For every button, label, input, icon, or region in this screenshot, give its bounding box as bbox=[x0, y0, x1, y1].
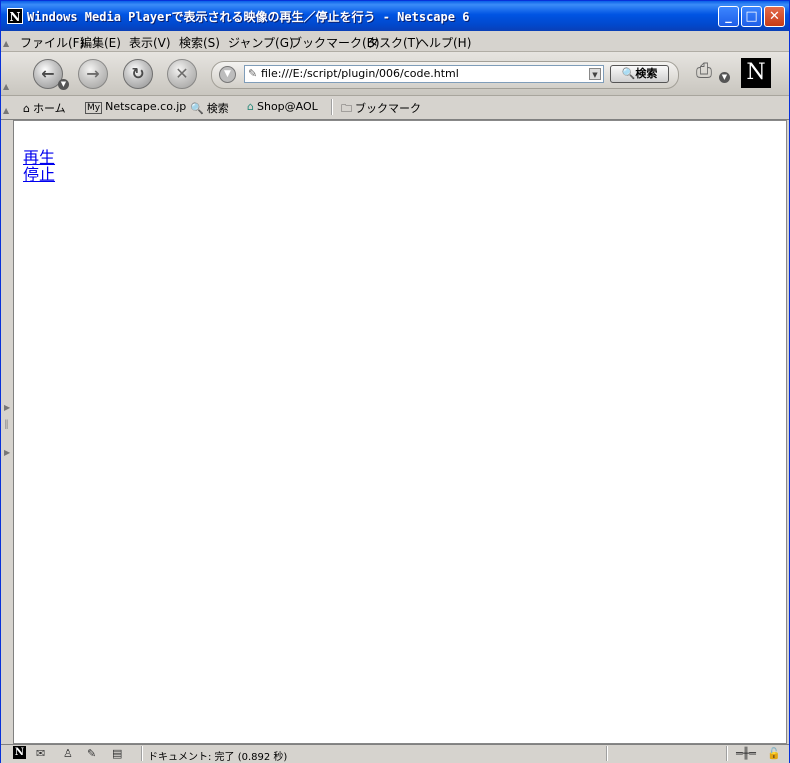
home-label: ホーム bbox=[32, 102, 66, 115]
menubar-grip-icon[interactable]: ▲ bbox=[3, 39, 11, 48]
navbar-grip-icon[interactable]: ▲ bbox=[3, 82, 11, 91]
status-separator-2 bbox=[606, 746, 608, 761]
instant-messenger-icon[interactable]: ♙ bbox=[63, 747, 73, 760]
url-history-icon[interactable]: ▼ bbox=[219, 66, 236, 83]
navigation-toolbar: ▲ ← ▼ → ↻ ✕ ▼ ✎ file:///E:/script/plugin… bbox=[1, 52, 789, 96]
my-netscape-icon: My bbox=[85, 102, 103, 114]
forward-arrow-icon: → bbox=[86, 64, 100, 83]
search-button[interactable]: 🔍検索 bbox=[610, 65, 669, 83]
status-separator-3 bbox=[726, 746, 728, 761]
page-content: 再生 停止 bbox=[14, 120, 787, 744]
sidebar-open-icon-2[interactable]: ▶ bbox=[4, 448, 10, 457]
menu-help[interactable]: ヘルプ(H) bbox=[417, 34, 471, 51]
back-dropdown-icon[interactable]: ▼ bbox=[58, 79, 69, 90]
search-label: 検索 bbox=[206, 102, 229, 115]
sidebar-grip[interactable]: ▶ ║ ▶ bbox=[1, 120, 14, 744]
netscape-label: Netscape.co.jp bbox=[105, 100, 187, 113]
browser-window: N Windows Media Playerで表示される映像の再生／停止を行う … bbox=[0, 0, 790, 763]
menu-file[interactable]: ファイル(F) bbox=[20, 34, 84, 51]
window-title: Windows Media Playerで表示される映像の再生／停止を行う - … bbox=[27, 10, 470, 24]
stop-button[interactable]: ✕ bbox=[167, 59, 197, 89]
home-icon: ⌂ bbox=[23, 102, 30, 115]
search-button-label: 検索 bbox=[635, 67, 658, 80]
print-dropdown-icon[interactable]: ▼ bbox=[719, 72, 730, 83]
magnifier-icon: 🔍 bbox=[621, 67, 636, 80]
personal-item-netscape[interactable]: My Netscape.co.jp bbox=[85, 100, 186, 114]
address-book-icon[interactable]: ▤ bbox=[112, 747, 122, 760]
back-arrow-icon: ← bbox=[41, 64, 55, 83]
composer-icon[interactable]: ✎ bbox=[87, 747, 96, 760]
personal-item-shop[interactable]: ⌂ Shop@AOL bbox=[247, 100, 318, 113]
sidebar-open-icon[interactable]: ▶ bbox=[4, 403, 10, 412]
close-button[interactable]: ✕ bbox=[764, 6, 785, 27]
print-icon[interactable]: ⎙ bbox=[691, 58, 717, 82]
url-text: file:///E:/script/plugin/006/code.html bbox=[261, 67, 459, 80]
personal-toolbar: ▲ ⌂ ホーム My Netscape.co.jp 🔍 検索 ⌂ Shop@AOL 🗀 ブ… bbox=[1, 96, 789, 120]
stop-link[interactable]: 停止 bbox=[23, 161, 55, 185]
menu-tasks[interactable]: タスク(T) bbox=[367, 34, 420, 51]
folder-icon: 🗀 bbox=[341, 102, 352, 115]
status-separator bbox=[141, 746, 143, 761]
url-bar-container: ▼ ✎ file:///E:/script/plugin/006/code.ht… bbox=[211, 61, 679, 89]
netscape-status-icon[interactable]: N bbox=[13, 746, 26, 759]
sidebar-handle-icon[interactable]: ║ bbox=[4, 420, 9, 429]
menu-search[interactable]: 検索(S) bbox=[179, 34, 220, 51]
reload-icon: ↻ bbox=[131, 64, 145, 83]
personal-item-bookmarks[interactable]: 🗀 ブックマーク bbox=[341, 100, 421, 119]
menu-view[interactable]: 表示(V) bbox=[129, 34, 171, 51]
shop-label: Shop@AOL bbox=[256, 100, 318, 113]
personal-grip-icon[interactable]: ▲ bbox=[3, 106, 11, 115]
url-dropdown-icon[interactable]: ▼ bbox=[589, 68, 601, 80]
security-lock-icon[interactable]: 🔓 bbox=[767, 747, 781, 760]
personal-item-home[interactable]: ⌂ ホーム bbox=[23, 100, 66, 116]
stop-icon: ✕ bbox=[175, 64, 189, 83]
minimize-button[interactable]: _ bbox=[718, 6, 739, 27]
status-bar: N ✉ ♙ ✎ ▤ ドキュメント: 完了 (0.892 秒) ═╫═ 🔓 bbox=[1, 744, 789, 763]
online-status-icon[interactable]: ═╫═ bbox=[736, 747, 756, 760]
personal-item-search[interactable]: 🔍 検索 bbox=[190, 100, 229, 116]
toolbar-separator bbox=[331, 99, 333, 115]
reload-button[interactable]: ↻ bbox=[123, 59, 153, 89]
netscape-app-icon: N bbox=[7, 8, 23, 24]
status-text: ドキュメント: 完了 (0.892 秒) bbox=[148, 752, 288, 763]
netscape-logo[interactable]: N bbox=[741, 58, 771, 88]
forward-button[interactable]: → bbox=[78, 59, 108, 89]
maximize-button[interactable]: □ bbox=[741, 6, 762, 27]
title-bar[interactable]: N Windows Media Playerで表示される映像の再生／停止を行う … bbox=[1, 1, 789, 31]
shop-icon: ⌂ bbox=[247, 100, 254, 113]
menu-bar: ▲ ファイル(F) 編集(E) 表示(V) 検索(S) ジャンプ(G) ブックマ… bbox=[1, 31, 789, 52]
menu-edit[interactable]: 編集(E) bbox=[80, 34, 121, 51]
menu-go[interactable]: ジャンプ(G) bbox=[228, 34, 294, 51]
bookmarks-label: ブックマーク bbox=[355, 102, 421, 115]
search-icon: 🔍 bbox=[190, 102, 204, 115]
url-input[interactable]: ✎ file:///E:/script/plugin/006/code.html… bbox=[244, 65, 604, 83]
mail-icon[interactable]: ✉ bbox=[36, 747, 45, 760]
page-icon: ✎ bbox=[248, 67, 258, 80]
